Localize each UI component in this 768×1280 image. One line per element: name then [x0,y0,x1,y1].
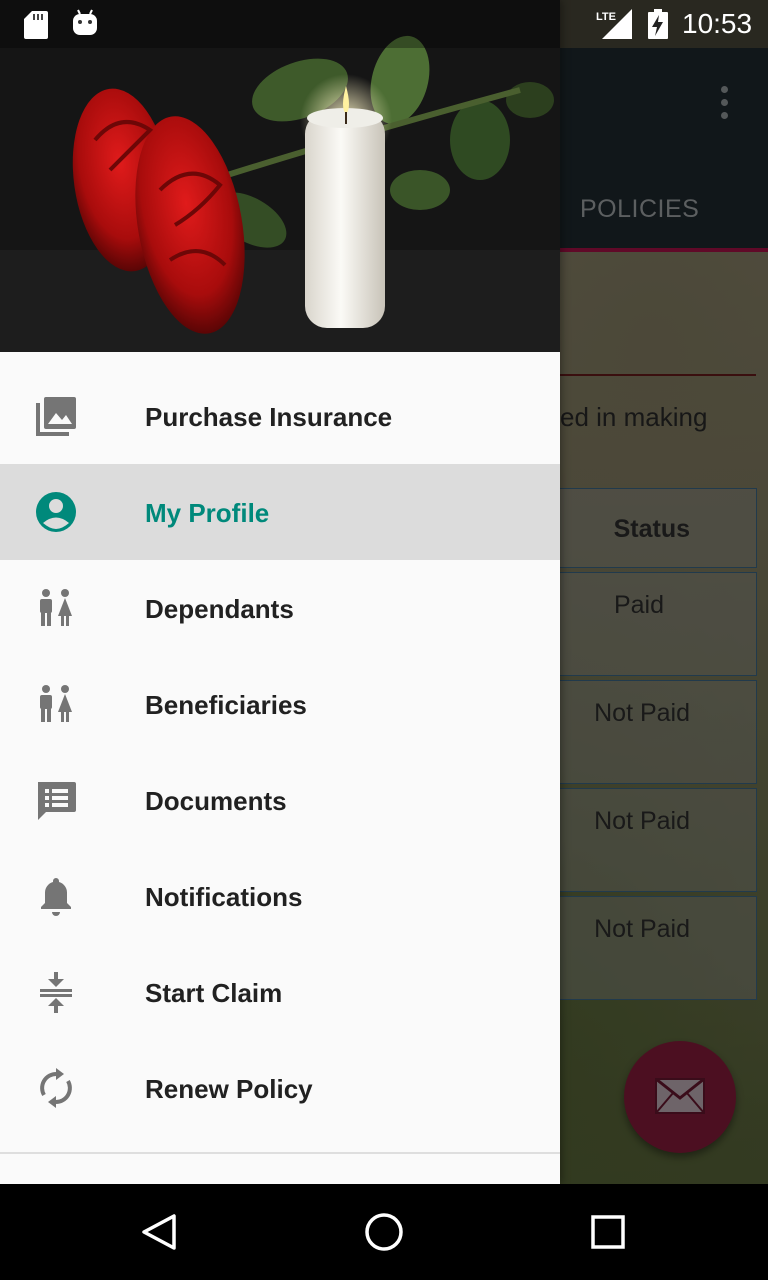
status-time: 10:53 [682,8,753,39]
menu-item-label: Beneficiaries [145,690,307,720]
menu-item-purchase-insurance[interactable]: Purchase Insurance [0,368,560,464]
sd-card-icon [24,11,48,39]
menu-item-label: Renew Policy [145,1074,313,1104]
lte-signal-icon: LTE [596,9,632,39]
back-icon[interactable] [140,1212,180,1252]
menu-item-start-claim[interactable]: Start Claim [0,944,560,1040]
status-bar: LTE 10:53 [0,0,768,48]
people-icon [40,589,72,626]
account-circle-icon [36,492,76,532]
photo-library-icon [36,397,76,436]
refresh-icon [40,1068,72,1108]
navigation-drawer: Purchase Insurance My Profile Dependants… [0,0,560,1184]
menu-item-renew-policy[interactable]: Renew Policy [0,1040,560,1136]
menu-item-label: Notifications [145,882,303,912]
recents-icon[interactable] [588,1212,628,1252]
menu-item-label: Purchase Insurance [145,402,393,432]
menu-divider [0,1152,560,1154]
battery-charging-icon [648,9,668,39]
menu-item-documents[interactable]: Documents [0,752,560,848]
menu-item-beneficiaries[interactable]: Beneficiaries [0,656,560,752]
message-list-icon [38,782,76,820]
system-nav-bar [0,1184,768,1280]
android-icon [73,9,97,35]
drawer-header-image [0,0,560,352]
bell-icon [41,878,71,916]
menu-item-label: My Profile [145,498,270,528]
people-icon [40,685,72,722]
menu-item-dependants[interactable]: Dependants [0,560,560,656]
home-icon[interactable] [364,1212,404,1252]
menu-item-label: Dependants [145,594,294,624]
menu-item-label: Start Claim [145,978,283,1008]
compress-icon [40,972,72,1013]
drawer-menu: Purchase Insurance My Profile Dependants… [0,368,560,1136]
menu-item-my-profile[interactable]: My Profile [0,464,560,560]
menu-item-label: Documents [145,786,287,816]
svg-text:LTE: LTE [596,11,616,23]
menu-item-notifications[interactable]: Notifications [0,848,560,944]
